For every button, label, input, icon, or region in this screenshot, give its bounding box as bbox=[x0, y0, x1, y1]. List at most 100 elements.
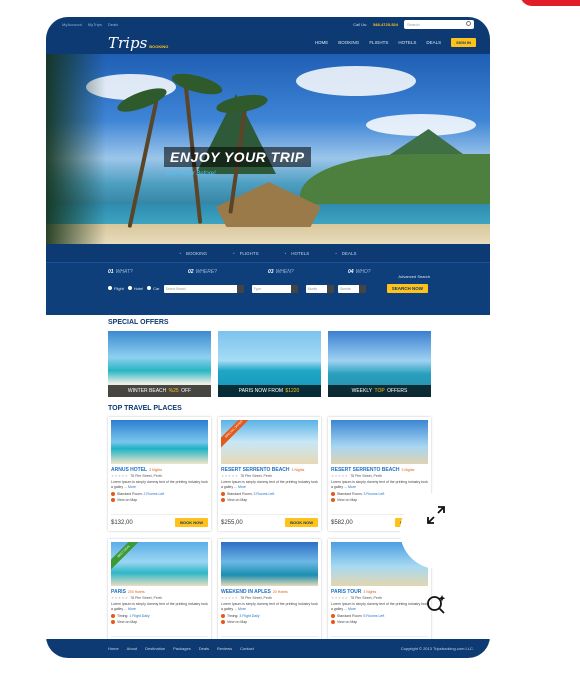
more-link[interactable]: More bbox=[238, 485, 246, 489]
hero-banner: ENJOY YOUR TRIP Like Never Before! bbox=[46, 54, 490, 244]
view-map-link[interactable]: View on Map bbox=[221, 498, 318, 503]
map-pin-icon bbox=[331, 620, 335, 625]
place-image[interactable]: SPECIAL OFFER bbox=[221, 420, 318, 464]
more-link[interactable]: More bbox=[348, 485, 356, 489]
footer-link-about[interactable]: About bbox=[127, 646, 137, 651]
place-name[interactable]: WEEKEND IN APLES bbox=[221, 589, 271, 595]
place-image[interactable] bbox=[111, 420, 208, 464]
tab-flights[interactable]: FLIGHTS bbox=[233, 251, 259, 256]
rating-stars-icon: ★★★★★ bbox=[221, 474, 239, 478]
place-name[interactable]: PARIS bbox=[111, 589, 126, 595]
place-name[interactable]: RESERT SERRENTO BEACH bbox=[331, 467, 400, 473]
expand-icon[interactable] bbox=[425, 504, 447, 526]
type-select[interactable]: Type bbox=[251, 284, 298, 293]
clock-icon bbox=[221, 492, 225, 497]
tab-deals[interactable]: DEALS bbox=[335, 251, 357, 256]
logo-name: Trips bbox=[108, 33, 148, 52]
rating-stars-icon: ★★★★★ bbox=[111, 474, 129, 478]
option-hotel[interactable]: Hotel bbox=[127, 286, 143, 291]
place-address: 78 Pier Street, Perth bbox=[350, 596, 382, 600]
corner-badge bbox=[520, 0, 580, 6]
map-pin-icon bbox=[111, 498, 115, 503]
place-card[interactable]: BEST DEAL PARIS 200 Hotels ★★★★★ 78 Pier Str… bbox=[108, 539, 211, 653]
signin-button[interactable]: SIGN IN bbox=[451, 38, 476, 47]
top-link-trips[interactable]: MyTrips bbox=[88, 22, 102, 27]
place-room-row: Standard Room: 5 Rooms Left bbox=[331, 614, 428, 619]
place-image[interactable]: BEST DEAL bbox=[111, 542, 208, 586]
more-link[interactable]: More bbox=[128, 485, 136, 489]
nav-home[interactable]: HOME bbox=[315, 40, 329, 45]
room-availability: 2 Rooms Left bbox=[143, 492, 165, 496]
nav-booking[interactable]: BOOKING bbox=[338, 40, 359, 45]
book-now-button[interactable]: BOOK NOW bbox=[175, 518, 208, 527]
place-address: 78 Pier Street, Perth bbox=[350, 474, 382, 478]
search-input[interactable]: Search bbox=[404, 19, 474, 29]
view-map-link[interactable]: View on Map bbox=[111, 620, 208, 625]
footer-link-deals[interactable]: Deals bbox=[199, 646, 209, 651]
logo[interactable]: Trips BOOKING bbox=[108, 34, 168, 52]
place-address: 78 Pier Street, Perth bbox=[240, 596, 272, 600]
place-name[interactable]: ARNUS HOTEL bbox=[111, 467, 147, 473]
place-price: $582,00 bbox=[331, 519, 353, 526]
visual-search-icon[interactable] bbox=[425, 593, 447, 615]
search-placeholder: Search bbox=[407, 21, 420, 27]
guests-select[interactable]: Guests bbox=[337, 284, 366, 293]
search-panel: 01 WHAT? 02 WHERE? 03 WHEN? 04 WHO? Advanced… bbox=[46, 262, 490, 315]
room-availability: 5 Rooms Left bbox=[363, 614, 385, 618]
search-now-button[interactable]: SEARCH NOW bbox=[386, 284, 428, 293]
main-nav: Trips BOOKING HOME BOOKING FLIGHTS HOTEL… bbox=[46, 31, 490, 54]
place-name-row: WEEKEND IN APLES 20 Hotels bbox=[221, 589, 318, 595]
search-tabs: BOOKING FLIGHTS HOTELS DEALS bbox=[46, 244, 490, 262]
view-map-link[interactable]: View on Map bbox=[111, 498, 208, 503]
footer-link-contact[interactable]: Contact bbox=[240, 646, 254, 651]
offer-weekly-top[interactable]: WEEKLY TOP OFFERS bbox=[328, 331, 431, 397]
nav-flights[interactable]: FLIGHTS bbox=[369, 40, 388, 45]
place-address-row: ★★★★★ 78 Pier Street, Perth bbox=[331, 474, 428, 478]
hero-title: ENJOY YOUR TRIP bbox=[164, 147, 311, 167]
place-description: Lorem Ipsum is simply dummy text of the … bbox=[111, 480, 208, 489]
place-name-row: PARIS TOUR 3 Nights bbox=[331, 589, 428, 595]
top-link-deals[interactable]: Deals bbox=[108, 22, 118, 27]
place-card[interactable]: ARNUS HOTEL 3 Nights ★★★★★ 78 Pier Street, … bbox=[108, 417, 211, 531]
place-description: Lorem Ipsum is simply dummy text of the … bbox=[111, 602, 208, 611]
nav-deals[interactable]: DEALS bbox=[426, 40, 441, 45]
place-description: Lorem Ipsum is simply dummy text of the … bbox=[221, 480, 318, 489]
offer-winter-beach[interactable]: WINTER BEACH %25 OFF bbox=[108, 331, 211, 397]
tab-booking[interactable]: BOOKING bbox=[179, 251, 207, 256]
place-card[interactable]: SPECIAL OFFER RESERT SERRENTO BEACH 3 Nigh… bbox=[218, 417, 321, 531]
place-image[interactable] bbox=[331, 420, 428, 464]
rating-stars-icon: ★★★★★ bbox=[331, 596, 349, 600]
place-name[interactable]: PARIS TOUR bbox=[331, 589, 361, 595]
nav-hotels[interactable]: HOTELS bbox=[398, 40, 416, 45]
place-name[interactable]: RESERT SERRENTO BEACH bbox=[221, 467, 290, 473]
call-label: Call Us: bbox=[353, 21, 368, 27]
room-availability: 3 Flight Daily bbox=[239, 614, 260, 618]
book-now-button[interactable]: BOOK NOW bbox=[285, 518, 318, 527]
top-link-account[interactable]: MyAccount bbox=[62, 22, 82, 27]
place-address: 78 Pier Street, Perth bbox=[130, 596, 162, 600]
option-car[interactable]: Car bbox=[147, 286, 160, 291]
month-select[interactable]: Month bbox=[305, 284, 334, 293]
tab-hotels[interactable]: HOTELS bbox=[285, 251, 309, 256]
top-bar: MyAccount MyTrips Deals Call Us: 548-472… bbox=[46, 17, 490, 31]
option-flight[interactable]: Flight bbox=[108, 286, 124, 291]
room-availability: 1 Flight Daily bbox=[129, 614, 150, 618]
more-link[interactable]: More bbox=[348, 607, 356, 611]
place-card[interactable]: WEEKEND IN APLES 20 Hotels ★★★★★ 78 Pier St… bbox=[218, 539, 321, 653]
footer-link-packages[interactable]: Packages bbox=[173, 646, 191, 651]
offer-paris[interactable]: PARIS NOW FROM $1220 bbox=[218, 331, 321, 397]
more-link[interactable]: More bbox=[238, 607, 246, 611]
advanced-search-link[interactable]: Advanced Search bbox=[398, 274, 430, 279]
place-address-row: ★★★★★ 78 Pier Street, Perth bbox=[111, 474, 208, 478]
place-nights: 20 Hotels bbox=[272, 590, 288, 594]
place-image[interactable] bbox=[221, 542, 318, 586]
footer-link-destination[interactable]: Destination bbox=[145, 646, 165, 651]
brand-select[interactable]: Select Brand bbox=[163, 284, 244, 293]
view-map-link[interactable]: View on Map bbox=[221, 620, 318, 625]
more-link[interactable]: More bbox=[128, 607, 136, 611]
footer-link-reviews[interactable]: Reviews bbox=[217, 646, 232, 651]
rating-stars-icon: ★★★★★ bbox=[331, 474, 349, 478]
footer-link-home[interactable]: Home bbox=[108, 646, 119, 651]
view-map-link[interactable]: View on Map bbox=[331, 620, 428, 625]
search-icon[interactable] bbox=[466, 20, 471, 26]
